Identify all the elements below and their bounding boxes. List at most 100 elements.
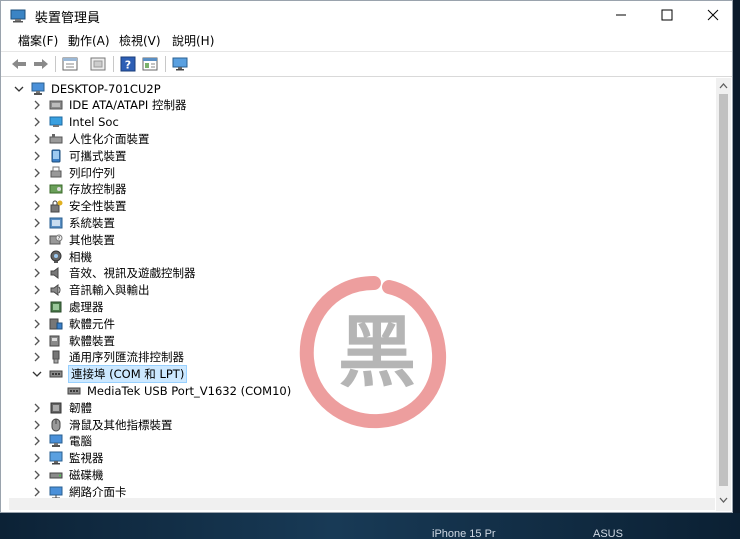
chevron-right-icon[interactable]: [31, 435, 43, 447]
menu-help[interactable]: 說明(H): [172, 32, 214, 49]
menu-view[interactable]: 檢視(V): [119, 32, 161, 49]
tree-node-label: 監視器: [69, 451, 104, 466]
tree-node-label: 相機: [69, 249, 92, 264]
chevron-right-icon[interactable]: [31, 234, 43, 246]
chevron-right-icon[interactable]: [31, 251, 43, 263]
minimize-button[interactable]: [598, 1, 644, 29]
tree-node[interactable]: 列印佇列: [31, 164, 115, 181]
tree-node-label: Intel Soc: [69, 115, 119, 130]
chevron-right-icon[interactable]: [31, 419, 43, 431]
view-icon[interactable]: [141, 55, 159, 73]
tree-node-label: 滑鼠及其他指標裝置: [69, 417, 173, 432]
horizontal-scrollbar[interactable]: [9, 498, 715, 510]
chevron-right-icon[interactable]: [31, 99, 43, 111]
show-hide-icon[interactable]: [89, 55, 107, 73]
chevron-right-icon[interactable]: [31, 267, 43, 279]
tree-node[interactable]: IDE ATA/ATAPI 控制器: [31, 97, 186, 114]
tree-node-label: MediaTek USB Port_V1632 (COM10): [87, 383, 292, 398]
chevron-right-icon[interactable]: [31, 167, 43, 179]
chevron-right-icon[interactable]: [31, 150, 43, 162]
tree-node-label: 電腦: [69, 434, 92, 449]
tree-node[interactable]: 存放控制器: [31, 181, 127, 198]
computer-icon: [31, 82, 45, 96]
tree-node[interactable]: Intel Soc: [31, 114, 119, 131]
security-device-icon: [49, 199, 63, 213]
tree-node[interactable]: MediaTek USB Port_V1632 (COM10): [49, 382, 291, 399]
print-queue-icon: [49, 166, 63, 180]
tree-node[interactable]: 可攜式裝置: [31, 147, 127, 164]
disk-drive-icon: [49, 468, 63, 482]
monitor-icon[interactable]: [171, 55, 189, 73]
chevron-right-icon[interactable]: [31, 133, 43, 145]
tree-node[interactable]: 滑鼠及其他指標裝置: [31, 416, 173, 433]
tree-node[interactable]: 韌體: [31, 399, 92, 416]
maximize-button[interactable]: [644, 1, 690, 29]
tree-root[interactable]: DESKTOP-701CU2P: [13, 80, 161, 97]
chevron-right-icon[interactable]: [31, 351, 43, 363]
chevron-right-icon[interactable]: [31, 318, 43, 330]
hid-icon: [49, 132, 63, 146]
tree-node[interactable]: 音訊輸入與輸出: [31, 282, 150, 299]
tree-node[interactable]: 人性化介面裝置: [31, 130, 150, 147]
chevron-right-icon[interactable]: [31, 301, 43, 313]
scroll-down-icon: [719, 497, 728, 503]
tree-node-label: 連接埠 (COM 和 LPT): [67, 365, 188, 384]
tree-node-label: 列印佇列: [69, 165, 115, 180]
chevron-right-icon[interactable]: [31, 335, 43, 347]
camera-icon: [49, 250, 63, 264]
menu-bar: 檔案(F) 動作(A) 檢視(V) 說明(H): [1, 30, 732, 50]
title-bar[interactable]: 裝置管理員: [1, 1, 732, 29]
tree-node[interactable]: 磁碟機: [31, 466, 104, 483]
usb-controller-icon: [49, 350, 63, 364]
tree-node[interactable]: 安全性裝置: [31, 198, 127, 215]
toolbar-separator: [165, 56, 166, 72]
tree-node[interactable]: 通用序列匯流排控制器: [31, 349, 184, 366]
tree-node[interactable]: 系統裝置: [31, 214, 115, 231]
tree-node[interactable]: 軟體元件: [31, 315, 115, 332]
tree-node[interactable]: 電腦: [31, 433, 92, 450]
portable-device-icon: [49, 149, 63, 163]
chevron-down-icon[interactable]: [31, 368, 43, 380]
chevron-right-icon[interactable]: [31, 200, 43, 212]
device-manager-app-icon: [10, 8, 26, 23]
other-device-icon: ?: [49, 233, 63, 247]
chevron-right-icon[interactable]: [31, 284, 43, 296]
tree-node[interactable]: 監視器: [31, 450, 104, 467]
scrollbar-thumb[interactable]: [719, 94, 728, 486]
chevron-right-icon[interactable]: [31, 183, 43, 195]
desktop-label-right: ASUS: [593, 528, 623, 539]
close-button[interactable]: [690, 1, 732, 29]
vertical-scrollbar[interactable]: [716, 78, 731, 511]
chevron-right-icon[interactable]: [31, 486, 43, 498]
tree-node-label: 音訊輸入與輸出: [69, 283, 150, 298]
tree-node[interactable]: 處理器: [31, 298, 104, 315]
chevron-right-icon[interactable]: [31, 116, 43, 128]
chevron-right-icon[interactable]: [31, 217, 43, 229]
help-icon[interactable]: ?: [119, 55, 137, 73]
chevron-down-icon[interactable]: [13, 83, 25, 95]
tree-node[interactable]: ? 其他裝置: [31, 231, 115, 248]
tree-node-label: 系統裝置: [69, 215, 115, 230]
menu-file[interactable]: 檔案(F): [18, 32, 58, 49]
tree-node[interactable]: 相機: [31, 248, 92, 265]
chevron-right-icon[interactable]: [31, 469, 43, 481]
properties-icon[interactable]: [61, 55, 79, 73]
tree-node[interactable]: 音效、視訊及遊戲控制器: [31, 265, 196, 282]
tree-node-label: 其他裝置: [69, 232, 115, 247]
toolbar: ?: [1, 51, 732, 77]
forward-arrow-icon[interactable]: [32, 55, 50, 73]
tree-node-label: 音效、視訊及遊戲控制器: [69, 266, 196, 281]
audio-io-icon: [49, 283, 63, 297]
back-arrow-icon[interactable]: [10, 55, 28, 73]
tree-node-label: 可攜式裝置: [69, 148, 127, 163]
menu-action[interactable]: 動作(A): [68, 32, 110, 49]
chevron-right-icon[interactable]: [31, 402, 43, 414]
tree-node-label: 安全性裝置: [69, 199, 127, 214]
chevron-right-icon[interactable]: [31, 452, 43, 464]
tree-node-label: 軟體裝置: [69, 333, 115, 348]
tree-node[interactable]: 軟體裝置: [31, 332, 115, 349]
watermark-character: 黑: [338, 308, 416, 398]
tree-node[interactable]: 連接埠 (COM 和 LPT): [31, 365, 188, 384]
tree-node-label: 人性化介面裝置: [69, 131, 150, 146]
